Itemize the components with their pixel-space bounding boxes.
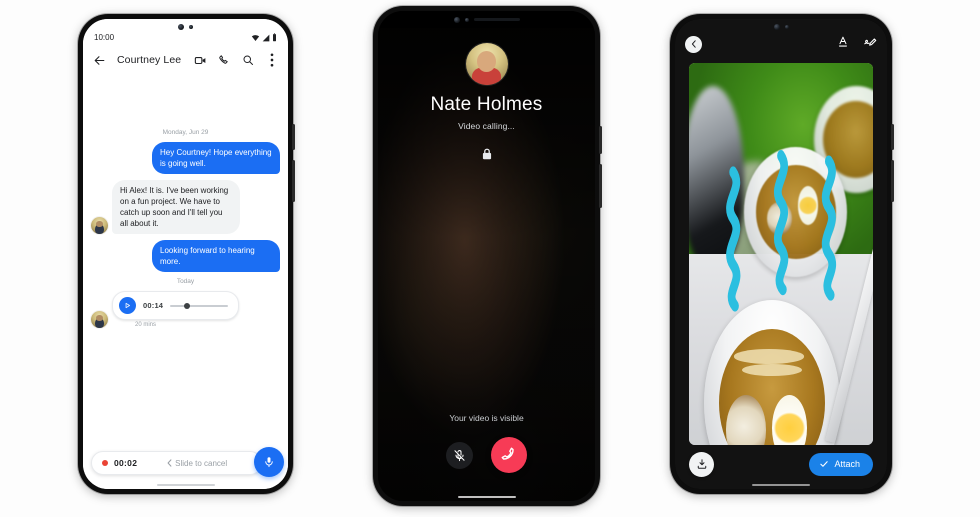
wifi-icon (251, 35, 260, 41)
download-icon (697, 459, 706, 469)
pixel-phone-photo-editor: Attach (670, 14, 894, 494)
conversation-app-bar: Courtney Lee (83, 45, 288, 75)
messages-app: 10:00 Courtney Lee Monday, Jun 29 Hey Co… (83, 19, 288, 489)
power-button[interactable] (891, 124, 894, 150)
back-button[interactable] (685, 35, 702, 53)
avatar (91, 311, 108, 329)
status-time: 10:00 (94, 33, 115, 42)
phone1-glass: 10:00 Courtney Lee Monday, Jun 29 Hey Co… (83, 19, 288, 489)
video-call-icon[interactable] (192, 52, 208, 68)
voice-message-row: 00:14 20 mins (91, 291, 280, 329)
phone-call-icon[interactable] (216, 52, 232, 68)
home-indicator[interactable] (156, 484, 215, 486)
volume-button[interactable] (891, 160, 894, 202)
avatar (91, 217, 108, 235)
home-indicator[interactable] (752, 484, 810, 486)
signal-icon (262, 34, 270, 42)
status-bar: 10:00 (83, 19, 288, 45)
recording-elapsed: 00:02 (114, 458, 138, 468)
download-button[interactable] (689, 451, 714, 477)
phone3-glass: Attach (675, 19, 887, 489)
message-timestamp: 20 mins (135, 322, 157, 329)
phone1-screen: 10:00 Courtney Lee Monday, Jun 29 Hey Co… (83, 19, 288, 489)
text-format-icon (838, 36, 847, 47)
end-call-button[interactable] (491, 437, 527, 473)
microphone-icon[interactable] (254, 447, 284, 477)
message-row: Looking forward to hearing more. (91, 240, 280, 273)
power-button[interactable] (599, 126, 602, 154)
mic-off-icon (454, 449, 465, 461)
check-icon (820, 461, 829, 467)
end-call-icon (501, 447, 514, 460)
call-controls (378, 437, 595, 473)
overflow-menu-icon[interactable] (264, 52, 280, 68)
avatar (465, 43, 508, 85)
draw-tool-button[interactable] (863, 35, 877, 54)
voice-progress-slider[interactable] (170, 301, 229, 310)
call-status: Video calling... (458, 121, 515, 131)
voice-message-player[interactable]: 00:14 (112, 291, 240, 321)
pixel-phone-video-call: Nate Holmes Video calling... Your video … (373, 6, 602, 506)
phone3-screen: Attach (675, 19, 887, 489)
text-tool-button[interactable] (837, 35, 850, 53)
chevron-left-icon (691, 40, 696, 48)
recording-bar[interactable]: 00:02 Slide to cancel (91, 451, 262, 475)
pixel-phone-messages: 10:00 Courtney Lee Monday, Jun 29 Hey Co… (78, 14, 295, 494)
caller-name: Nate Holmes (430, 94, 543, 115)
volume-button[interactable] (599, 164, 602, 208)
chevron-left-icon (167, 459, 172, 467)
lock-icon (482, 148, 491, 160)
encryption-indicator (378, 147, 595, 161)
message-bubble-outgoing[interactable]: Hey Courtney! Hope everything is going w… (152, 142, 280, 175)
ramen-bowl-second (744, 147, 848, 277)
screenshot-stage: 10:00 Courtney Lee Monday, Jun 29 Hey Co… (0, 0, 980, 517)
voice-recording-area: 00:02 Slide to cancel (83, 447, 288, 489)
self-video-status: Your video is visible (449, 413, 524, 423)
mute-button[interactable] (446, 441, 473, 469)
day-separator: Monday, Jun 29 (162, 129, 209, 136)
power-button[interactable] (292, 124, 295, 150)
volume-button[interactable] (292, 160, 295, 202)
message-thread[interactable]: Monday, Jun 29 Hey Courtney! Hope everyt… (83, 75, 288, 447)
egg (797, 185, 819, 225)
photo-editor-app: Attach (675, 19, 887, 489)
noodles (741, 363, 802, 377)
today-separator: Today (176, 278, 195, 286)
noodles (733, 349, 805, 364)
slide-hint-label: Slide to cancel (175, 458, 228, 468)
search-icon[interactable] (240, 52, 256, 68)
record-dot-icon (102, 460, 108, 466)
home-indicator[interactable] (457, 496, 516, 498)
message-row: Hi Alex! It is. I've been working on a f… (91, 180, 280, 235)
chashu (766, 201, 792, 236)
slide-to-cancel-hint: Slide to cancel (143, 459, 251, 468)
message-bubble-incoming[interactable]: Hi Alex! It is. I've been working on a f… (112, 180, 240, 235)
status-icons (251, 33, 277, 42)
ramen-bowl-photo[interactable] (689, 63, 873, 445)
editor-toolbar (675, 31, 887, 57)
battery-icon (273, 33, 276, 42)
slider-track (170, 305, 229, 307)
slider-thumb[interactable] (184, 302, 191, 309)
attach-label: Attach (834, 459, 860, 469)
message-bubble-outgoing[interactable]: Looking forward to hearing more. (152, 240, 280, 273)
back-arrow-icon[interactable] (91, 52, 107, 68)
editor-tools (837, 35, 877, 54)
caller-info: Nate Holmes Video calling... (378, 43, 595, 161)
voice-duration: 00:14 (143, 301, 164, 311)
message-row: Hey Courtney! Hope everything is going w… (91, 142, 280, 175)
scribble-pen-icon (864, 37, 877, 46)
play-icon[interactable] (119, 297, 136, 315)
editor-actions: Attach (675, 449, 887, 479)
phone2-screen: Nate Holmes Video calling... Your video … (378, 11, 595, 501)
contact-name: Courtney Lee (117, 54, 182, 66)
video-call-app: Nate Holmes Video calling... Your video … (378, 11, 595, 501)
phone2-glass: Nate Holmes Video calling... Your video … (378, 11, 595, 501)
attach-button[interactable]: Attach (809, 452, 873, 476)
